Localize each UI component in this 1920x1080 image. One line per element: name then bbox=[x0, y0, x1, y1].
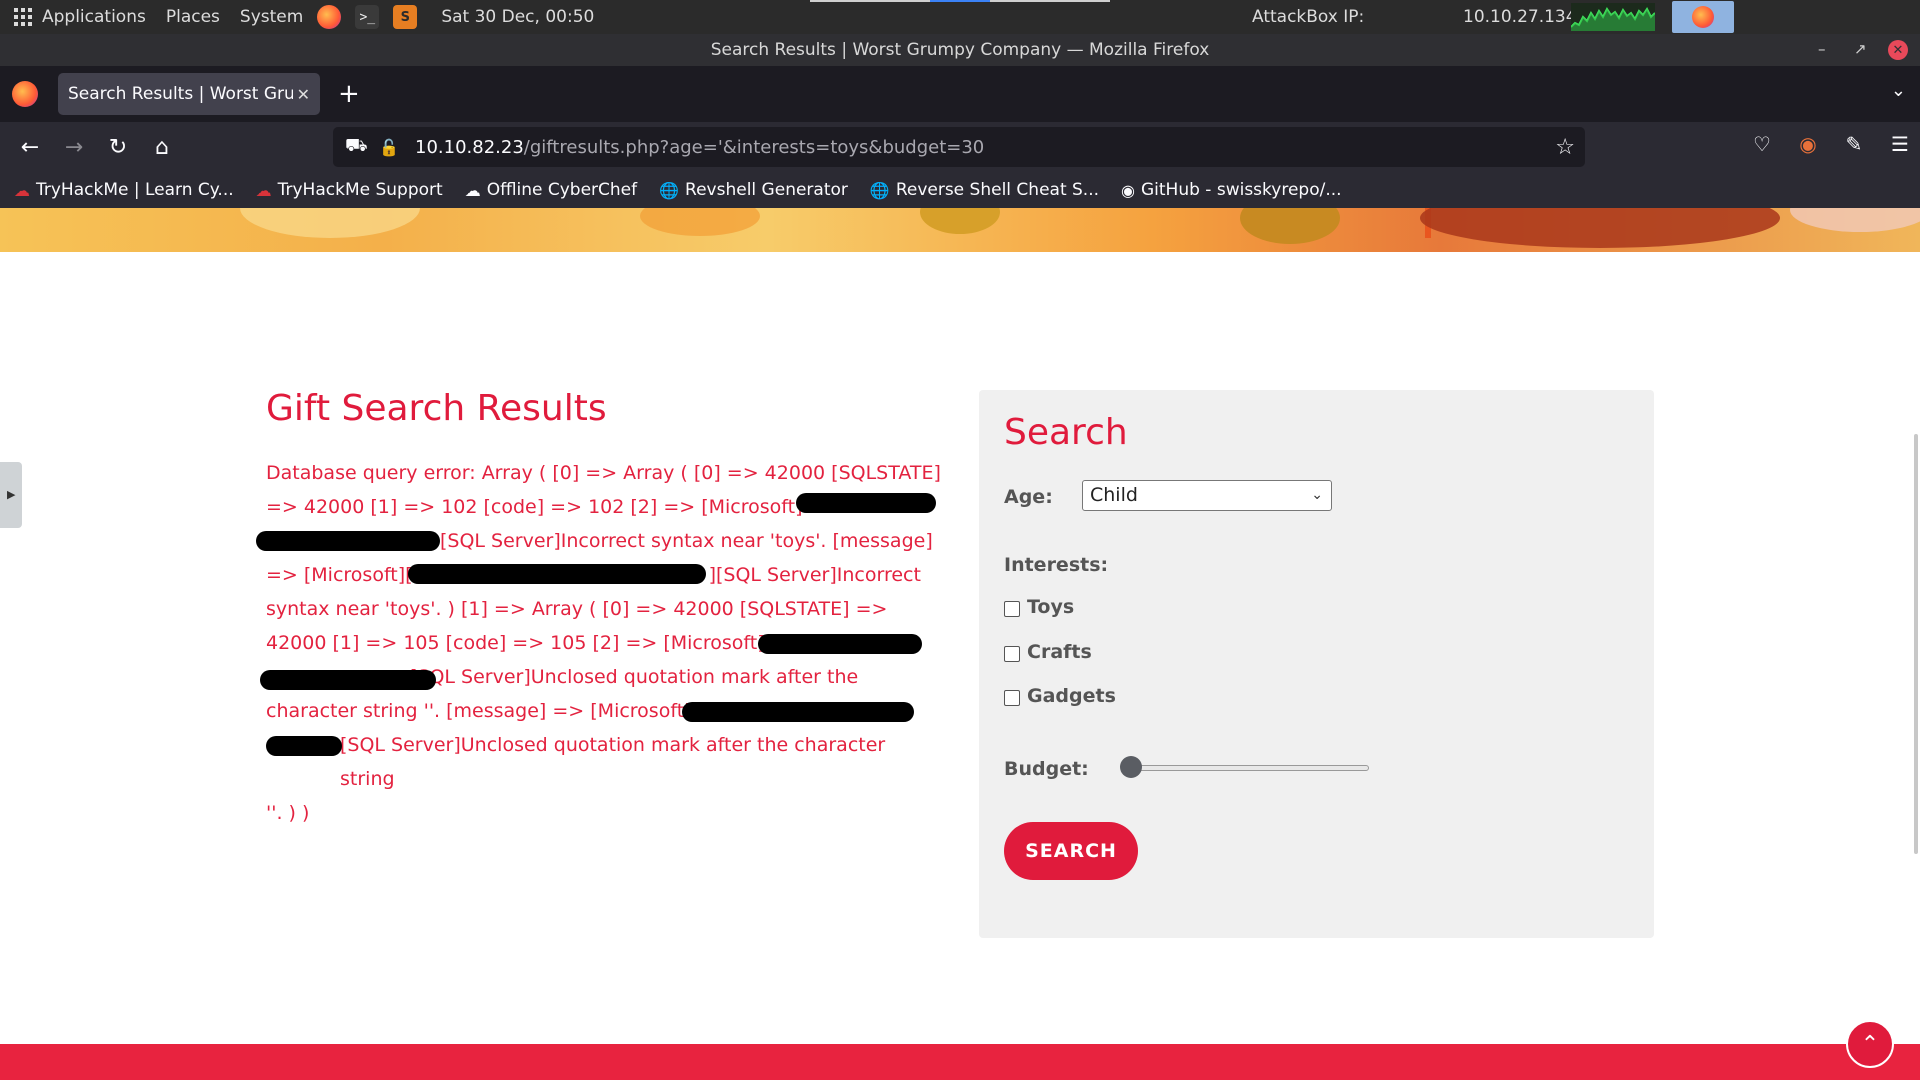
attackbox-ip: 10.10.27.134 bbox=[1463, 7, 1577, 27]
pocket-icon[interactable]: ♡ bbox=[1748, 132, 1776, 156]
lock-icon[interactable]: 🔓 bbox=[379, 138, 399, 157]
error-line: [SQL Server]Unclosed quotation mark afte… bbox=[340, 734, 886, 790]
new-tab-icon[interactable]: + bbox=[338, 79, 360, 109]
redaction-mark bbox=[758, 634, 922, 654]
terminal-launcher-icon[interactable]: >_ bbox=[355, 5, 380, 29]
url-bar[interactable]: ⛟ 🔓 10.10.82.23/giftresults.php?age='&in… bbox=[333, 127, 1585, 167]
error-line: syntax near 'toys'. ) [1] => Array ( [0]… bbox=[266, 598, 888, 620]
back-arrow-icon[interactable]: ← bbox=[8, 135, 52, 160]
redaction-mark bbox=[266, 736, 342, 756]
toys-checkbox[interactable] bbox=[1004, 601, 1020, 617]
firefox-taskbar-item[interactable] bbox=[1672, 1, 1734, 33]
redaction-mark bbox=[682, 702, 914, 722]
chef-hat-icon: ☁ bbox=[464, 180, 481, 200]
redaction-mark bbox=[260, 670, 436, 690]
web-page: ▶ Gift Search Results Database query err… bbox=[0, 208, 1920, 1080]
bookmarks-toolbar: ☁ TryHackMe | Learn Cy... ☁ TryHackMe Su… bbox=[0, 172, 1920, 208]
url-path: /giftresults.php?age='&interests=toys&bu… bbox=[523, 136, 985, 158]
extensions-puzzle-icon[interactable]: ✎ bbox=[1840, 132, 1868, 156]
interests-label: Interests: bbox=[1004, 554, 1109, 576]
toys-checkbox-label[interactable]: Toys bbox=[1027, 596, 1074, 618]
foxyproxy-extension-icon[interactable]: ◉ bbox=[1794, 132, 1822, 156]
scroll-to-top-button[interactable]: ⌃ bbox=[1846, 1020, 1894, 1068]
bookmark-label: Offline CyberChef bbox=[486, 180, 638, 200]
redaction-mark bbox=[408, 564, 706, 584]
bookmark-label: TryHackMe Support bbox=[277, 180, 443, 200]
error-line: ''. ) ) bbox=[266, 802, 310, 824]
age-select[interactable]: Child ⌄ bbox=[1082, 480, 1332, 511]
globe-icon: 🌐 bbox=[659, 180, 680, 200]
window-title: Search Results | Worst Grumpy Company — … bbox=[710, 40, 1210, 60]
redaction-mark bbox=[796, 493, 936, 513]
chevron-down-icon: ⌄ bbox=[1311, 487, 1323, 503]
os-menu-applications[interactable]: Applications bbox=[42, 7, 146, 27]
page-scrollbar[interactable] bbox=[1914, 434, 1918, 854]
sublime-launcher-icon[interactable]: S bbox=[393, 5, 418, 29]
url-host: 10.10.82.23 bbox=[415, 136, 524, 158]
restore-icon[interactable]: ↗ bbox=[1854, 40, 1867, 58]
page-footer bbox=[0, 1044, 1920, 1080]
crafts-checkbox[interactable] bbox=[1004, 646, 1020, 662]
search-panel: Search Age: Child ⌄ Interests: Toys Craf… bbox=[979, 390, 1654, 938]
navigation-toolbar: ← → ↻ ⌂ ⛟ 🔓 10.10.82.23/giftresults.php?… bbox=[0, 122, 1920, 172]
bookmark-item[interactable]: 🌐 Revshell Generator bbox=[659, 180, 848, 200]
workspace-indicator bbox=[810, 0, 1110, 2]
globe-icon: 🌐 bbox=[869, 180, 890, 200]
error-line: Database query error: Array ( [0] => Arr… bbox=[266, 462, 941, 484]
apps-grid-icon[interactable] bbox=[14, 8, 32, 26]
search-heading: Search bbox=[1004, 412, 1128, 453]
tab-title: Search Results | Worst Grumpy Company bbox=[68, 84, 293, 104]
gadgets-checkbox-label[interactable]: Gadgets bbox=[1027, 685, 1116, 707]
redaction-mark bbox=[256, 531, 440, 551]
age-label: Age: bbox=[1004, 486, 1053, 508]
minimize-icon[interactable]: – bbox=[1818, 40, 1826, 58]
tab-close-icon[interactable]: ✕ bbox=[297, 85, 310, 104]
budget-slider-thumb[interactable] bbox=[1120, 756, 1142, 778]
window-close-icon[interactable]: ✕ bbox=[1888, 40, 1908, 60]
bookmark-item[interactable]: 🌐 Reverse Shell Cheat S... bbox=[870, 180, 1099, 200]
gadgets-checkbox[interactable] bbox=[1004, 690, 1020, 706]
home-icon[interactable]: ⌂ bbox=[140, 135, 184, 160]
bookmark-item[interactable]: ☁ Offline CyberChef bbox=[465, 180, 637, 200]
autumn-leaves-decoration bbox=[240, 208, 1920, 248]
bookmark-label: Reverse Shell Cheat S... bbox=[895, 180, 1100, 200]
firefox-launcher-icon[interactable] bbox=[317, 5, 342, 29]
bookmark-item[interactable]: ☁ TryHackMe | Learn Cy... bbox=[14, 180, 234, 200]
tryhackme-icon: ☁ bbox=[255, 180, 272, 200]
bookmark-item[interactable]: ☁ TryHackMe Support bbox=[256, 180, 443, 200]
search-button[interactable]: SEARCH bbox=[1004, 822, 1138, 880]
reload-icon[interactable]: ↻ bbox=[96, 135, 140, 160]
tab-strip: Search Results | Worst Grumpy Company ✕ … bbox=[0, 66, 1920, 122]
forward-arrow-icon[interactable]: → bbox=[52, 135, 96, 160]
tryhackme-icon: ☁ bbox=[14, 180, 30, 200]
age-select-value: Child bbox=[1090, 484, 1138, 506]
crafts-checkbox-label[interactable]: Crafts bbox=[1027, 641, 1092, 663]
results-heading: Gift Search Results bbox=[266, 388, 607, 429]
side-panel-handle[interactable]: ▶ bbox=[0, 462, 22, 528]
firefox-view-icon[interactable] bbox=[12, 81, 38, 107]
bookmark-label: GitHub - swisskyrepo/... bbox=[1140, 180, 1342, 200]
firefox-icon bbox=[1692, 6, 1714, 28]
bookmark-item[interactable]: ◉ GitHub - swisskyrepo/... bbox=[1121, 180, 1342, 200]
budget-label: Budget: bbox=[1004, 758, 1089, 780]
github-icon: ◉ bbox=[1121, 180, 1135, 200]
os-menu-places[interactable]: Places bbox=[166, 7, 220, 27]
bookmark-star-icon[interactable]: ☆ bbox=[1555, 135, 1575, 160]
attackbox-label: AttackBox IP: bbox=[1252, 7, 1365, 27]
bookmark-label: TryHackMe | Learn Cy... bbox=[36, 180, 234, 200]
tab-list-chevron-icon[interactable]: ⌄ bbox=[1891, 80, 1906, 101]
header-banner-image bbox=[0, 208, 1920, 252]
tab-search-results[interactable]: Search Results | Worst Grumpy Company ✕ bbox=[58, 73, 320, 115]
hamburger-menu-icon[interactable]: ☰ bbox=[1886, 132, 1914, 156]
chevron-up-icon: ⌃ bbox=[1860, 1031, 1880, 1057]
os-menu-system[interactable]: System bbox=[240, 7, 303, 27]
os-top-panel: Applications Places System >_ S Sat 30 D… bbox=[0, 0, 1920, 34]
tracking-shield-icon[interactable]: ⛟ bbox=[345, 135, 368, 159]
budget-slider-track[interactable] bbox=[1129, 765, 1369, 771]
bookmark-label: Revshell Generator bbox=[685, 180, 848, 200]
expand-arrow-icon: ▶ bbox=[7, 488, 16, 501]
os-clock[interactable]: Sat 30 Dec, 00:50 bbox=[441, 7, 594, 27]
network-graph-icon bbox=[1571, 3, 1655, 31]
window-titlebar: Search Results | Worst Grumpy Company — … bbox=[0, 34, 1920, 66]
